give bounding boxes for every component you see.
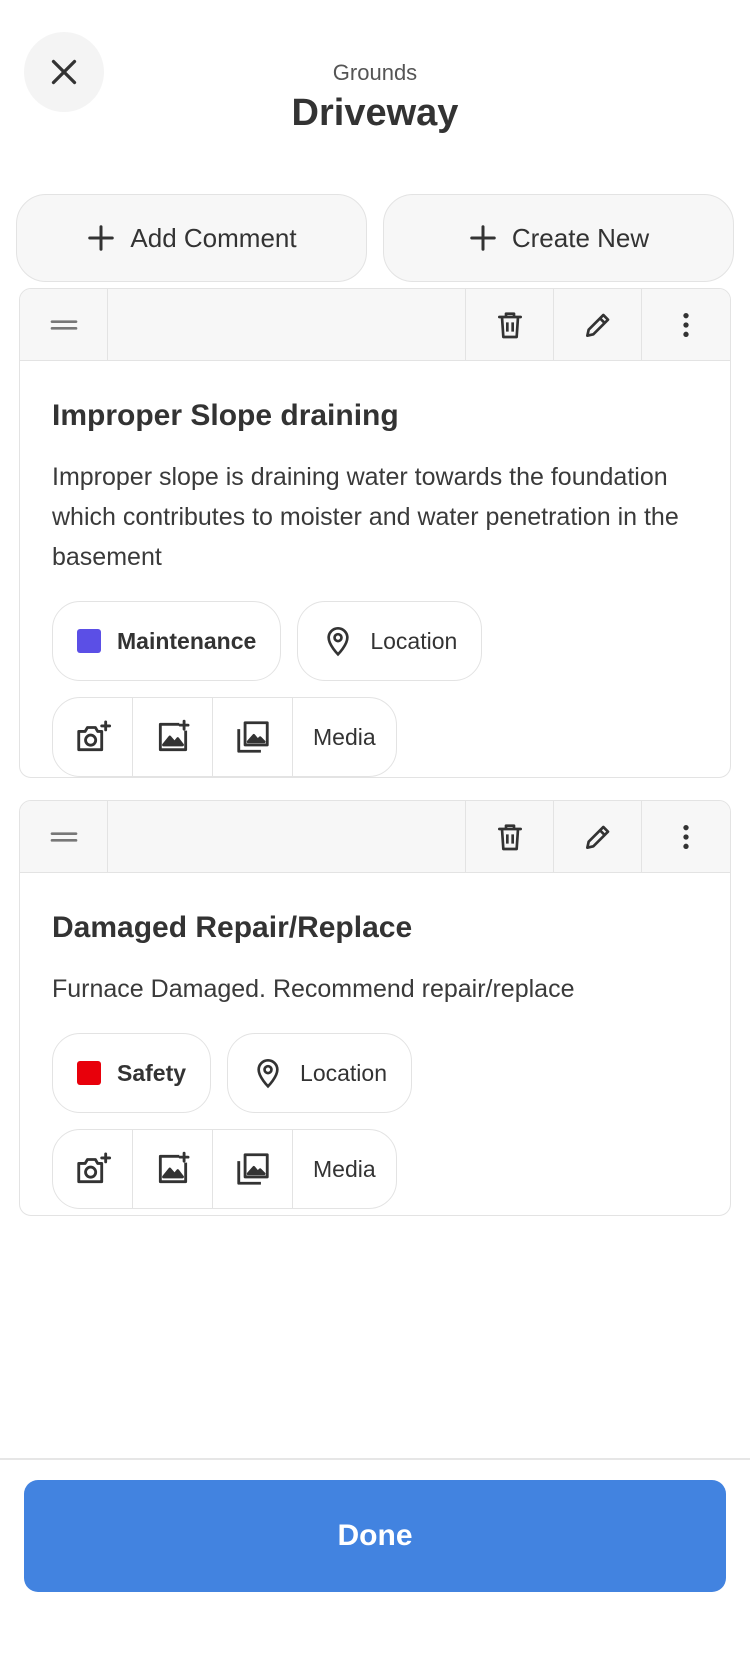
plus-icon: [470, 225, 496, 251]
media-group: Media: [52, 697, 397, 777]
gallery-button[interactable]: [213, 1130, 293, 1208]
location-label: Location: [370, 627, 458, 654]
more-vertical-icon: [683, 312, 689, 337]
done-button[interactable]: Done: [24, 1480, 726, 1592]
create-new-button[interactable]: Create New: [383, 194, 734, 282]
camera-add-icon: [76, 1152, 111, 1184]
location-chip[interactable]: Location: [297, 601, 483, 681]
drag-handle[interactable]: [20, 289, 108, 360]
image-add-icon: [158, 1151, 189, 1184]
card-body: Improper Slope draining Improper slope i…: [20, 361, 730, 777]
gallery-button[interactable]: [213, 698, 293, 776]
card-toolbar: [20, 801, 730, 873]
more-vertical-icon: [683, 824, 689, 849]
comment-card: Improper Slope draining Improper slope i…: [19, 288, 731, 778]
comment-title: Damaged Repair/Replace: [52, 911, 413, 944]
category-chip[interactable]: Safety: [52, 1033, 212, 1113]
take-photo-button[interactable]: [53, 698, 133, 776]
add-comment-label: Add Comment: [130, 222, 297, 253]
camera-add-icon: [76, 720, 111, 752]
drag-handle-icon: [50, 831, 77, 842]
drag-handle-icon: [50, 319, 77, 330]
comment-description: Furnace Damaged. Recommend repair/replac…: [52, 975, 575, 1003]
take-photo-button[interactable]: [53, 1130, 133, 1208]
media-group: Media: [52, 1129, 397, 1209]
page-title: Driveway: [291, 92, 459, 134]
plus-icon: [88, 225, 115, 251]
image-add-icon: [158, 719, 189, 752]
gallery-icon: [236, 1153, 269, 1185]
category-label: Maintenance: [117, 627, 257, 654]
add-image-button[interactable]: [133, 1130, 213, 1208]
location-pin-icon: [327, 627, 349, 657]
toolbar-spacer: [108, 801, 466, 872]
category-swatch: [77, 629, 101, 653]
trash-icon: [497, 311, 522, 338]
edit-button[interactable]: [554, 289, 642, 360]
category-label: Safety: [117, 1059, 187, 1086]
delete-button[interactable]: [466, 801, 554, 872]
comment-description: Improper slope is draining water towards…: [52, 463, 679, 571]
pencil-icon: [585, 313, 609, 337]
card-toolbar: [20, 289, 730, 361]
pencil-icon: [585, 825, 609, 849]
toolbar-spacer: [108, 289, 466, 360]
edit-button[interactable]: [554, 801, 642, 872]
location-label: Location: [300, 1059, 388, 1086]
location-chip[interactable]: Location: [227, 1033, 413, 1113]
add-image-button[interactable]: [133, 698, 213, 776]
media-label[interactable]: Media: [293, 1130, 396, 1208]
media-label[interactable]: Media: [293, 698, 396, 776]
comment-editor-screen: Grounds Driveway Add Comment Create New: [0, 0, 750, 1664]
create-new-label: Create New: [511, 222, 650, 253]
drag-handle[interactable]: [20, 801, 108, 872]
category-chip[interactable]: Maintenance: [52, 601, 282, 681]
location-pin-icon: [257, 1059, 279, 1089]
section-subtitle: Grounds: [332, 60, 418, 85]
comment-title: Improper Slope draining: [52, 399, 399, 432]
gallery-icon: [236, 721, 269, 753]
category-swatch: [77, 1061, 101, 1085]
chip-row: Maintenance Location: [52, 601, 698, 681]
delete-button[interactable]: [466, 289, 554, 360]
more-options-button[interactable]: [642, 289, 730, 360]
add-comment-button[interactable]: Add Comment: [16, 194, 367, 282]
more-options-button[interactable]: [642, 801, 730, 872]
footer-divider: [0, 1458, 750, 1460]
comment-card: Damaged Repair/Replace Furnace Damaged. …: [19, 800, 731, 1216]
trash-icon: [497, 823, 522, 850]
chip-row: Safety Location: [52, 1033, 698, 1113]
card-body: Damaged Repair/Replace Furnace Damaged. …: [20, 873, 730, 1215]
